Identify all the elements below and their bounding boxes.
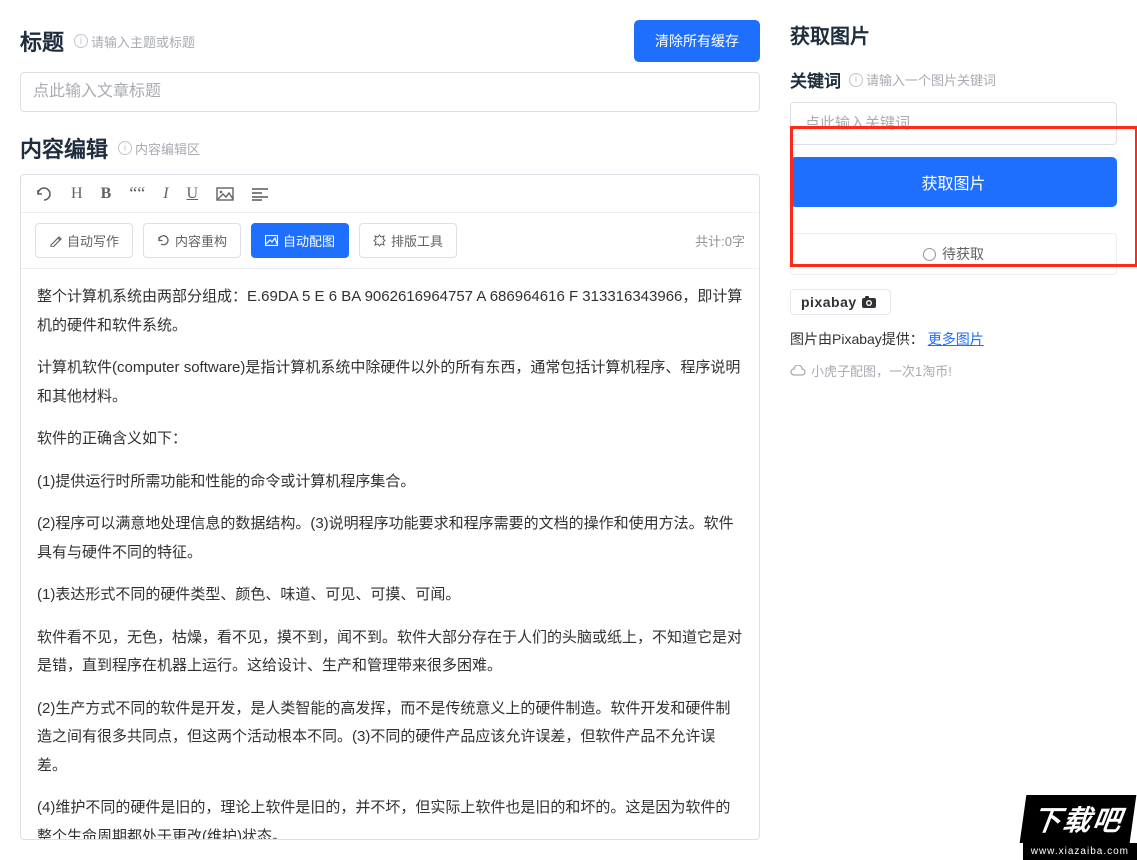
credit-prefix: 图片由Pixabay提供：: [790, 331, 924, 347]
watermark-bottom: www.xiazaiba.com: [1023, 843, 1137, 860]
content-paragraph: (1)提供运行时所需功能和性能的命令或计算机程序集合。: [37, 468, 743, 497]
get-image-title: 获取图片: [790, 20, 1117, 49]
content-paragraph: 整个计算机系统由两部分组成：E.69DA 5 E 6 BA 9062616964…: [37, 283, 743, 340]
pending-card: 待获取: [790, 233, 1117, 275]
keyword-hint-text: 请输入一个图片关键词: [866, 70, 996, 89]
content-paragraph: 软件看不见，无色，枯燥，看不见，摸不到，闻不到。软件大部分存在于人们的头脑或纸上…: [37, 624, 743, 681]
pending-text: 待获取: [942, 244, 984, 264]
clear-cache-button[interactable]: 清除所有缓存: [634, 20, 760, 62]
content-paragraph: (4)维护不同的硬件是旧的，理论上软件是旧的，并不坏，但实际上软件也是旧的和坏的…: [37, 794, 743, 839]
content-hint: i 内容编辑区: [118, 139, 200, 158]
editor-box: H B ““ I U 自动写作 内容重构: [20, 174, 760, 840]
info-icon: i: [74, 34, 88, 48]
cloud-icon: [790, 365, 806, 376]
tool-icon: [373, 234, 386, 247]
title-hint: i 请输入主题或标题: [74, 32, 195, 51]
keyword-header: 关键词 i 请输入一个图片关键词: [790, 67, 1117, 92]
sidebar: 获取图片 关键词 i 请输入一个图片关键词 获取图片 待获取 pixabay 图…: [790, 20, 1117, 840]
format-toolbar: H B ““ I U: [21, 175, 759, 213]
layout-tool-label: 排版工具: [391, 231, 443, 250]
content-rebuild-label: 内容重构: [175, 231, 227, 250]
tip-row: 小虎子配图，一次1淘币!: [790, 361, 1117, 380]
italic-icon[interactable]: I: [163, 185, 168, 203]
auto-image-button[interactable]: 自动配图: [251, 223, 349, 258]
get-image-button[interactable]: 获取图片: [790, 157, 1117, 207]
bold-icon[interactable]: B: [101, 185, 112, 203]
layout-tool-button[interactable]: 排版工具: [359, 223, 457, 258]
article-title-input[interactable]: [20, 72, 760, 112]
keyword-input[interactable]: [790, 102, 1117, 145]
refresh-icon: [157, 234, 170, 247]
title-hint-text: 请输入主题或标题: [91, 32, 195, 51]
content-rebuild-button[interactable]: 内容重构: [143, 223, 241, 258]
align-left-icon[interactable]: [252, 187, 268, 201]
tip-text: 小虎子配图，一次1淘币!: [811, 361, 952, 380]
keyword-label: 关键词: [790, 67, 841, 92]
undo-icon[interactable]: [35, 186, 53, 202]
auto-image-label: 自动配图: [283, 231, 335, 250]
main-column: 标题 i 请输入主题或标题 清除所有缓存 内容编辑 i 内容编辑区 H B: [20, 20, 760, 840]
info-icon: i: [849, 73, 863, 87]
content-paragraph: 计算机软件(computer software)是指计算机系统中除硬件以外的所有…: [37, 354, 743, 411]
auto-write-label: 自动写作: [67, 231, 119, 250]
image-icon[interactable]: [216, 187, 234, 201]
auto-write-button[interactable]: 自动写作: [35, 223, 133, 258]
content-paragraph: (2)程序可以满意地处理信息的数据结构。(3)说明程序功能要求和程序需要的文档的…: [37, 510, 743, 567]
content-hint-text: 内容编辑区: [135, 139, 200, 158]
heading-icon[interactable]: H: [71, 185, 83, 203]
credit-row: 图片由Pixabay提供： 更多图片: [790, 329, 1117, 349]
content-paragraph: (1)表达形式不同的硬件类型、颜色、味道、可见、可摸、可闻。: [37, 581, 743, 610]
watermark: 下载吧 www.xiazaiba.com: [1023, 795, 1137, 860]
underline-icon[interactable]: U: [187, 185, 199, 203]
action-toolbar: 自动写作 内容重构 自动配图 排版工具 共计:0字: [21, 213, 759, 269]
title-header: 标题 i 请输入主题或标题 清除所有缓存: [20, 20, 760, 62]
circle-icon: [923, 248, 936, 261]
content-label: 内容编辑: [20, 132, 108, 164]
content-paragraph: 软件的正确含义如下：: [37, 425, 743, 454]
title-label: 标题: [20, 25, 64, 57]
quote-icon[interactable]: ““: [129, 183, 145, 204]
picture-icon: [265, 235, 278, 246]
pixabay-badge: pixabay: [790, 289, 891, 315]
content-header: 内容编辑 i 内容编辑区: [20, 132, 760, 164]
pixabay-label: pixabay: [801, 294, 857, 310]
more-images-link[interactable]: 更多图片: [928, 331, 984, 347]
content-paragraph: (2)生产方式不同的软件是开发，是人类智能的高发挥，而不是传统意义上的硬件制造。…: [37, 695, 743, 781]
camera-icon: [862, 296, 880, 308]
keyword-hint: i 请输入一个图片关键词: [849, 70, 996, 89]
watermark-top: 下载吧: [1019, 795, 1136, 843]
info-icon: i: [118, 141, 132, 155]
pencil-icon: [49, 234, 62, 247]
word-count: 共计:0字: [695, 231, 745, 250]
content-editor[interactable]: 整个计算机系统由两部分组成：E.69DA 5 E 6 BA 9062616964…: [21, 269, 759, 839]
